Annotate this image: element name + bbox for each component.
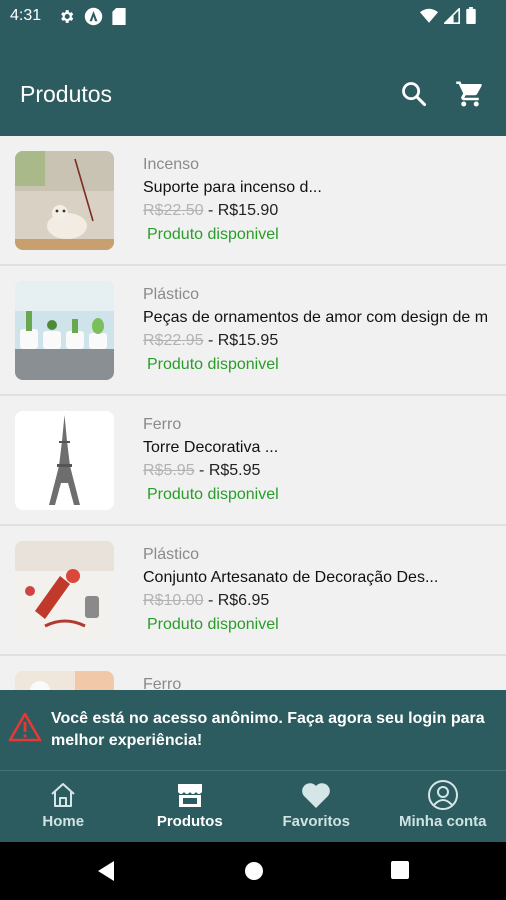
product-current-price: R$6.95 — [217, 592, 270, 609]
warning-icon — [8, 712, 42, 742]
product-price: R$22.50 - R$15.90 — [143, 200, 506, 222]
product-name: Conjunto Artesanato de Decoração Des... — [143, 569, 439, 586]
wifi-icon — [420, 8, 438, 23]
price-separator: - — [203, 592, 218, 609]
product-image-incense-holder — [15, 151, 114, 250]
product-list[interactable]: Incenso Suporte para incenso d... R$22.5… — [0, 136, 506, 690]
nav-item-favoritos[interactable]: Favoritos — [253, 771, 380, 842]
back-icon[interactable] — [96, 860, 116, 882]
product-info: Incenso Suporte para incenso d... R$22.5… — [143, 154, 506, 248]
account-icon — [427, 780, 458, 810]
shopping-cart-icon — [456, 81, 482, 107]
anonymous-access-banner[interactable]: Você está no acesso anônimo. Faça agora … — [0, 690, 506, 770]
anonymous-access-message: Você está no acesso anônimo. Faça agora … — [51, 710, 485, 749]
home-circle-icon[interactable] — [243, 860, 265, 882]
status-notification-icons — [58, 7, 126, 26]
product-availability: Produto disponivel — [147, 356, 279, 373]
status-bar: 4:31 — [0, 0, 506, 32]
product-image-eiffel-tower — [15, 411, 114, 510]
product-current-price: R$15.95 — [217, 332, 279, 349]
product-info: Ferro Torre Decorativa ... R$5.95 - R$5.… — [143, 414, 506, 508]
price-separator: - — [203, 202, 218, 219]
product-card[interactable]: Incenso Suporte para incenso d... R$22.5… — [0, 136, 506, 266]
battery-icon — [466, 7, 476, 24]
product-card[interactable]: Plástico Conjunto Artesanato de Decoraçã… — [0, 526, 506, 656]
product-category: Incenso — [143, 156, 200, 173]
product-category: Ferro — [143, 676, 182, 690]
product-availability: Produto disponivel — [147, 616, 279, 633]
product-image-love-ornaments — [15, 281, 114, 380]
product-price: R$10.00 - R$6.95 — [143, 590, 506, 612]
cart-button[interactable] — [455, 79, 485, 109]
search-button[interactable] — [399, 79, 429, 109]
product-info: Plástico Conjunto Artesanato de Decoraçã… — [143, 544, 506, 638]
nav-item-home[interactable]: Home — [0, 771, 127, 842]
bottom-navigation: Home Produtos Favoritos Minha conta — [0, 770, 506, 842]
product-price: R$5.95 - R$5.95 — [143, 460, 506, 482]
nav-label-home: Home — [42, 813, 85, 830]
nav-label-produtos: Produtos — [156, 813, 223, 830]
product-old-price: R$22.95 — [143, 332, 204, 349]
cellular-signal-icon — [444, 7, 460, 24]
product-price: R$22.95 - R$15.95 — [143, 330, 506, 352]
product-info: Plástico Peças de ornamentos de amor com… — [143, 284, 506, 378]
product-card[interactable]: Ferro Torre Decorativa ... R$5.95 - R$5.… — [0, 396, 506, 526]
home-icon — [51, 783, 75, 807]
product-image-partial — [15, 671, 114, 690]
nav-item-minha-conta[interactable]: Minha conta — [380, 771, 506, 842]
product-category: Plástico — [143, 546, 200, 563]
status-time: 4:31 — [10, 7, 42, 24]
product-name: Suporte para incenso d... — [143, 179, 322, 196]
nav-label-favoritos: Favoritos — [282, 813, 350, 830]
product-name: Peças de ornamentos de amor com design d… — [143, 309, 489, 326]
product-category: Plástico — [143, 286, 200, 303]
nav-item-produtos[interactable]: Produtos — [127, 771, 254, 842]
app-notification-icon — [84, 7, 103, 26]
heart-icon — [302, 783, 331, 808]
product-image-craft-decoration — [15, 541, 114, 640]
search-icon — [402, 82, 427, 107]
recents-icon[interactable] — [390, 860, 410, 880]
product-card[interactable]: Plástico Peças de ornamentos de amor com… — [0, 266, 506, 396]
product-availability: Produto disponivel — [147, 486, 279, 503]
product-old-price: R$10.00 — [143, 592, 204, 609]
product-availability: Produto disponivel — [147, 226, 279, 243]
page-title: Produtos — [20, 81, 113, 107]
product-current-price: R$5.95 — [208, 462, 261, 479]
product-old-price: R$22.50 — [143, 202, 204, 219]
settings-gear-icon — [61, 10, 74, 23]
store-icon — [177, 784, 202, 807]
product-info: Ferro — [143, 674, 506, 690]
product-current-price: R$15.90 — [217, 202, 279, 219]
price-separator: - — [203, 332, 218, 349]
app-bar: Produtos — [0, 32, 506, 136]
system-navigation-bar — [0, 842, 506, 900]
status-system-icons — [420, 7, 476, 24]
sd-card-icon — [112, 8, 126, 25]
price-separator: - — [194, 462, 209, 479]
product-old-price: R$5.95 — [143, 462, 195, 479]
product-name: Torre Decorativa ... — [143, 439, 279, 456]
product-card[interactable]: Ferro — [0, 656, 506, 690]
nav-label-minha-conta: Minha conta — [398, 813, 487, 830]
product-category: Ferro — [143, 416, 182, 433]
